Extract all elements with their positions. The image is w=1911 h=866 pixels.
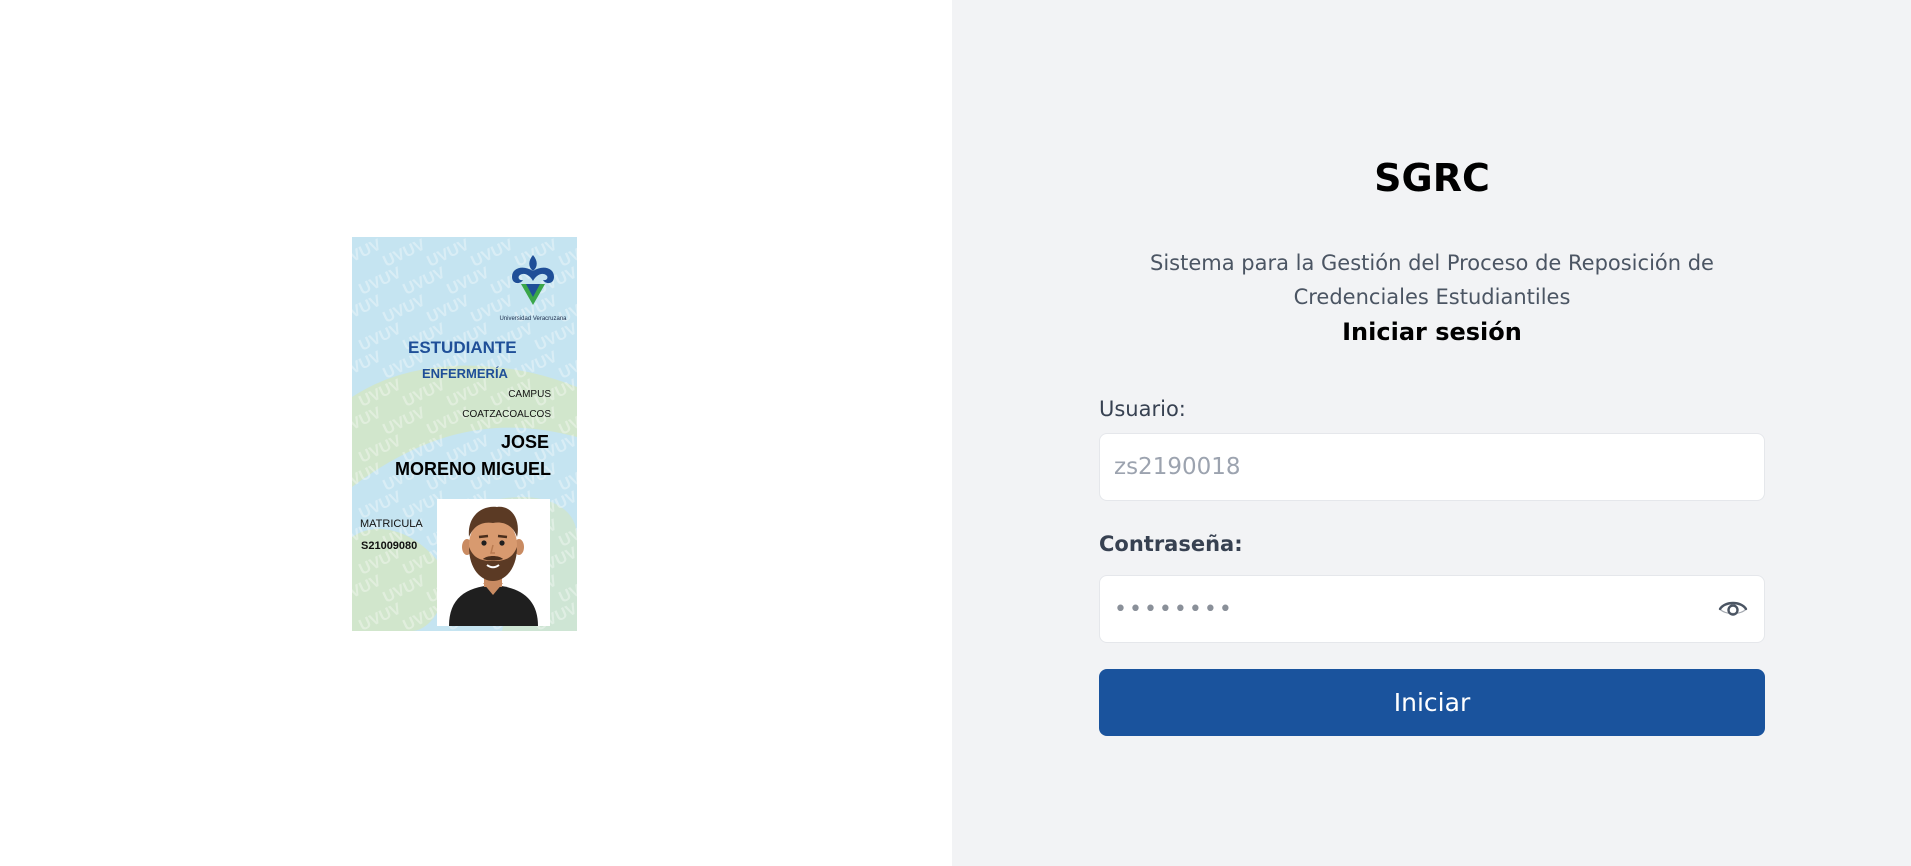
app-subtitle: Sistema para la Gestión del Proceso de R… [1150,251,1714,309]
eye-icon[interactable] [1717,594,1749,624]
card-role: ESTUDIANTE [408,338,517,357]
card-first-name: JOSE [500,432,549,452]
login-page: UVUV UVUV UVUV UVUV UVUV UVUV UVUV UVUV UVUV UVUV… [0,0,1911,866]
card-campus-label: CAMPUS [508,389,551,400]
username-label: Usuario: [1099,397,1186,421]
student-id-card: UVUV UVUV UVUV UVUV UVUV UVUV UVUV UVUV UVUV UVUV… [352,237,577,631]
card-program: ENFERMERÍA [422,366,508,381]
university-logo [512,255,554,305]
card-matricula: S21009080 [361,540,418,552]
card-last-name: MORENO MIGUEL [395,459,551,479]
login-heading: Iniciar sesión [1342,318,1522,346]
password-input[interactable] [1099,575,1765,643]
card-matricula-label: MATRICULA [360,518,423,530]
avatar-icon [437,499,550,626]
login-button[interactable]: Iniciar [1099,669,1765,736]
username-input[interactable] [1099,433,1765,501]
university-name: Universidad Veracruzana [499,316,567,322]
login-panel: SGRC Sistema para la Gestión del Proceso… [952,0,1911,866]
app-title: SGRC [1374,156,1490,200]
student-photo [437,499,550,626]
password-label: Contraseña: [1099,532,1243,556]
illustration-panel: UVUV UVUV UVUV UVUV UVUV UVUV UVUV UVUV UVUV UVUV… [0,0,952,866]
card-campus-name: COATZACOALCOS [462,409,551,420]
